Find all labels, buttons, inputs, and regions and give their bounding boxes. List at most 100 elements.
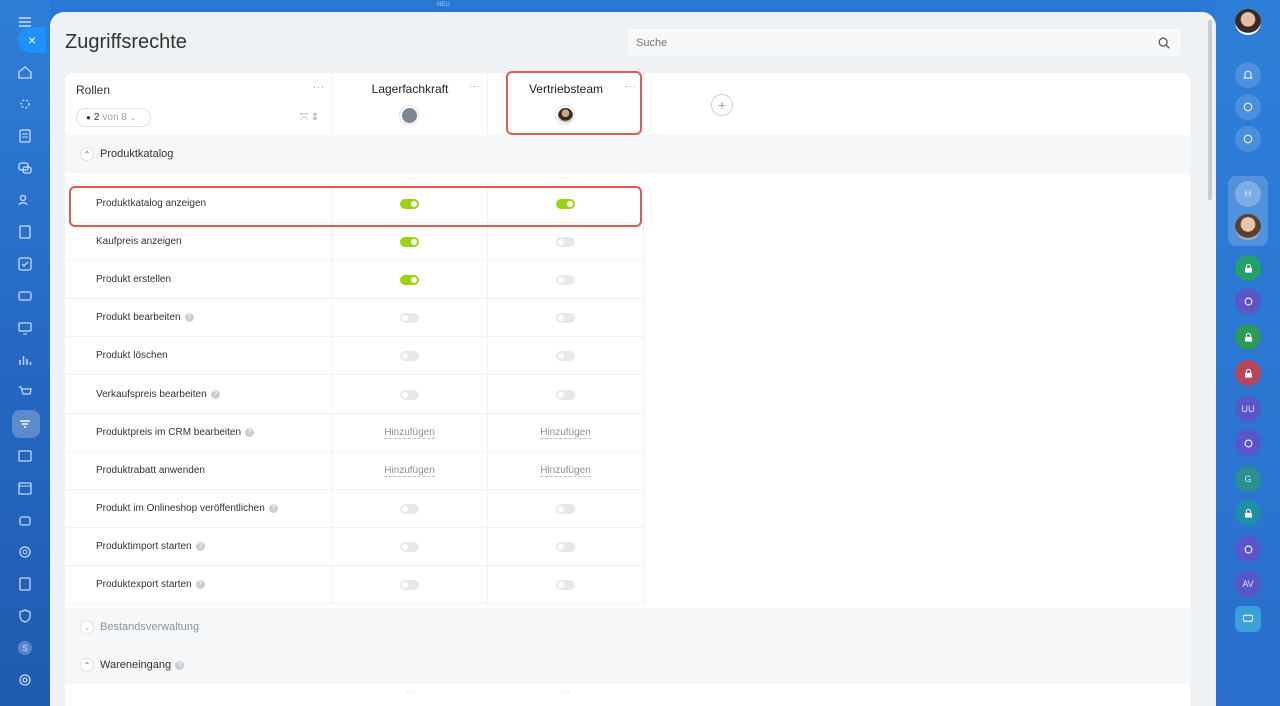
permission-toggle[interactable] xyxy=(400,199,419,209)
column-menu-icon[interactable]: ··· xyxy=(469,81,481,91)
permission-label-text: Produkt bearbeiten xyxy=(96,312,181,324)
permission-toggle[interactable] xyxy=(400,313,419,324)
chat-avatar-uu[interactable]: UU xyxy=(1235,396,1261,422)
target-icon[interactable] xyxy=(1235,536,1261,562)
permission-toggle[interactable] xyxy=(400,389,419,400)
chat-icon[interactable] xyxy=(1235,126,1261,152)
role-column-lagerfachkraft[interactable]: Lagerfachkraft ··· xyxy=(332,73,488,135)
help-icon[interactable]: ? xyxy=(184,313,194,323)
permission-toggle[interactable] xyxy=(556,503,575,514)
add-permission-link[interactable]: Hinzufügen xyxy=(540,427,591,439)
close-button[interactable]: × xyxy=(18,27,46,53)
user-avatar[interactable] xyxy=(1235,214,1261,240)
add-permission-link[interactable]: Hinzufügen xyxy=(384,465,435,477)
chat-icon[interactable] xyxy=(1235,606,1261,632)
target-icon[interactable] xyxy=(1235,430,1261,456)
permission-toggle[interactable] xyxy=(556,389,575,400)
contacts-icon[interactable] xyxy=(15,190,35,210)
permission-toggle[interactable] xyxy=(556,237,575,248)
robot-icon[interactable] xyxy=(15,510,35,530)
calendar-icon[interactable] xyxy=(15,478,35,498)
permission-toggle[interactable] xyxy=(556,580,575,590)
chat-avatar-av[interactable]: AV xyxy=(1235,571,1261,597)
lock-icon[interactable] xyxy=(1235,324,1261,350)
sort-icon[interactable]: ⤧ ⇕ xyxy=(300,112,319,123)
help-icon[interactable]: ? xyxy=(210,389,220,399)
signature-icon[interactable] xyxy=(15,574,35,594)
monitor-icon[interactable] xyxy=(15,318,35,338)
permission-toggle[interactable] xyxy=(556,541,575,552)
analytics-icon[interactable] xyxy=(15,350,35,370)
permission-toggle[interactable] xyxy=(400,237,419,248)
permission-label: Produktimport starten? xyxy=(65,527,332,566)
scrollbar[interactable] xyxy=(1208,20,1212,200)
column-menu-icon[interactable]: ··· xyxy=(625,81,637,91)
document-icon[interactable] xyxy=(15,222,35,242)
permission-toggle[interactable] xyxy=(400,351,419,362)
permission-cell xyxy=(332,489,488,528)
roles-title: Rollen xyxy=(76,83,111,97)
roles-menu-icon[interactable]: ··· xyxy=(313,82,325,92)
profile-avatar[interactable] xyxy=(1235,9,1261,35)
bell-icon[interactable] xyxy=(1235,62,1261,88)
column-dots[interactable]: ··· xyxy=(561,687,572,696)
section-wareneingang[interactable]: ⌃ Wareneingang ? xyxy=(65,646,1190,684)
lock-icon[interactable] xyxy=(1235,500,1261,526)
sparkle-icon[interactable] xyxy=(15,94,35,114)
add-permission-link[interactable]: Hinzufügen xyxy=(384,427,435,439)
column-dots[interactable]: ··· xyxy=(561,174,572,183)
permission-toggle[interactable] xyxy=(556,351,575,362)
help-icon[interactable]: ? xyxy=(268,503,278,513)
feed-icon[interactable] xyxy=(15,126,35,146)
permission-cell xyxy=(332,299,488,338)
target-icon[interactable] xyxy=(15,542,35,562)
permission-label-text: Produktpreis im CRM bearbeiten xyxy=(96,426,242,438)
permission-label-text: Produktimport starten xyxy=(96,540,192,552)
home-icon[interactable] xyxy=(15,62,35,82)
help-icon[interactable]: ? xyxy=(245,427,255,437)
chat-avatar-h[interactable]: H xyxy=(1235,181,1261,207)
chat-avatar-g[interactable]: G xyxy=(1235,466,1261,492)
news-icon[interactable] xyxy=(15,446,35,466)
column-dots[interactable]: ··· xyxy=(405,687,416,696)
permission-toggle[interactable] xyxy=(400,503,419,514)
settings-icon[interactable] xyxy=(15,670,35,690)
add-role-button[interactable]: + xyxy=(711,94,733,116)
permission-toggle[interactable] xyxy=(400,541,419,552)
chevron-down-icon[interactable]: ⌄ xyxy=(80,620,94,634)
chat-icon[interactable] xyxy=(15,158,35,178)
cart-icon[interactable] xyxy=(15,382,35,402)
help-icon[interactable]: ? xyxy=(195,580,205,589)
lock-icon[interactable] xyxy=(1235,255,1261,281)
column-dots[interactable]: ··· xyxy=(405,174,416,183)
section-bestandsverwaltung[interactable]: ⌄ Bestandsverwaltung xyxy=(65,608,1190,646)
permission-toggle[interactable] xyxy=(400,275,419,286)
permission-toggle[interactable] xyxy=(556,275,575,286)
search-icon[interactable] xyxy=(1157,36,1171,50)
target-icon[interactable] xyxy=(1235,94,1261,120)
target-icon[interactable] xyxy=(1235,288,1261,314)
card-icon[interactable] xyxy=(15,286,35,306)
user-badge[interactable]: S xyxy=(15,638,35,658)
chevron-up-icon[interactable]: ⌃ xyxy=(80,658,94,672)
table-header: Rollen ··· ● 2 von 8 ⌄ ⤧ ⇕ Lagerfachkraf… xyxy=(65,73,1190,135)
shield-icon[interactable] xyxy=(15,606,35,626)
role-visibility-selector[interactable]: ● 2 von 8 ⌄ xyxy=(76,108,151,127)
filter-icon[interactable] xyxy=(15,414,35,434)
lock-icon[interactable] xyxy=(1235,360,1261,386)
chevron-up-icon[interactable]: ⌃ xyxy=(80,147,94,161)
add-permission-link[interactable]: Hinzufügen xyxy=(540,465,591,477)
table-row: Produkt löschen xyxy=(65,337,645,376)
search-input[interactable] xyxy=(628,29,1181,56)
permission-toggle[interactable] xyxy=(556,199,575,209)
role-column-vertriebsteam[interactable]: Vertriebsteam ··· xyxy=(488,73,644,135)
role-name: Vertriebsteam xyxy=(528,82,604,96)
tasks-icon[interactable] xyxy=(15,254,35,274)
permission-label-text: Produkt erstellen xyxy=(96,274,172,286)
permission-cell: Hinzufügen xyxy=(488,451,644,490)
section-produktkatalog[interactable]: ⌃ Produktkatalog xyxy=(65,135,1190,173)
permission-toggle[interactable] xyxy=(400,580,419,590)
help-icon[interactable]: ? xyxy=(195,541,205,551)
help-icon[interactable]: ? xyxy=(175,660,185,670)
permission-toggle[interactable] xyxy=(556,313,575,324)
